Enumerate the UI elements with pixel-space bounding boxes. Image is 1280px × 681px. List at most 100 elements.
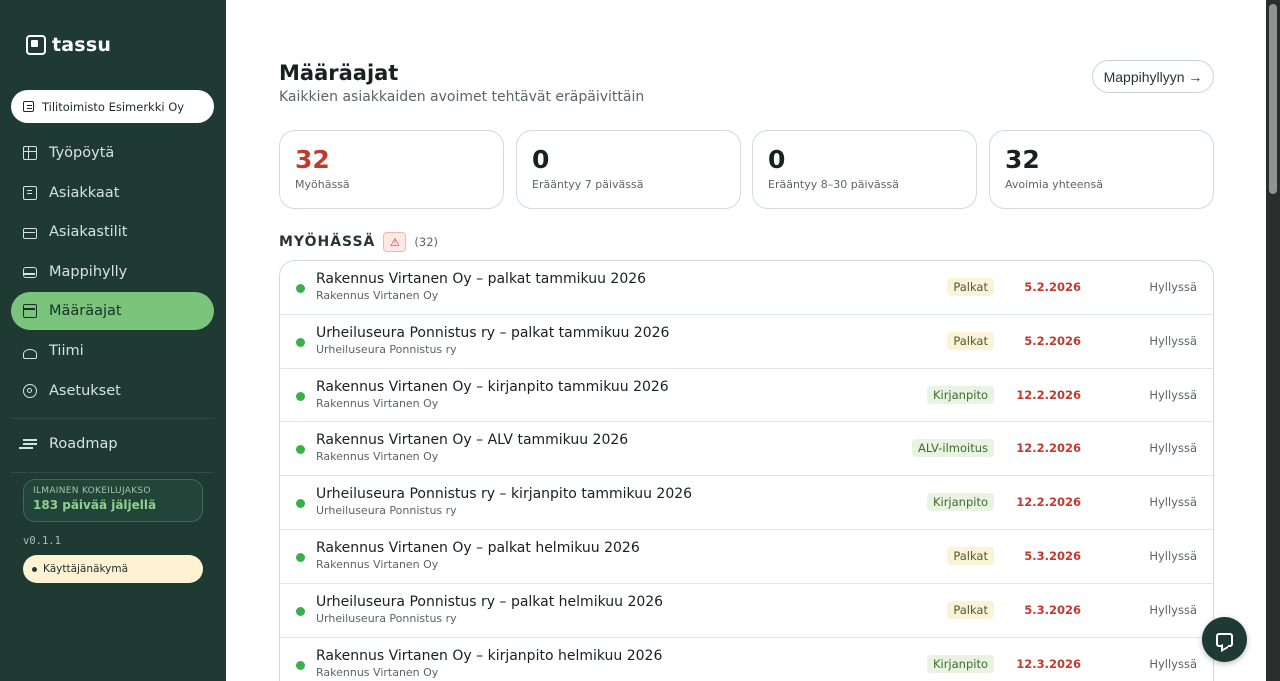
status-dot-icon [296, 606, 305, 616]
status-dot-icon [296, 499, 305, 509]
secondary-nav: Roadmap [11, 425, 214, 465]
task-row[interactable]: Rakennus Virtanen Oy – ALV tammikuu 2026… [280, 422, 1213, 477]
task-row[interactable]: Rakennus Virtanen Oy – palkat helmikuu 2… [280, 530, 1213, 584]
building-icon [23, 185, 37, 200]
task-status: Hyllyssä [1149, 495, 1197, 510]
task-type-badge: Kirjanpito [926, 493, 994, 512]
trial-kicker: ILMAINEN KOKEILUJAKSO [33, 486, 151, 496]
task-title[interactable]: Rakennus Virtanen Oy – ALV tammikuu 2026 [316, 432, 628, 448]
nav-item-label: Määräajat [49, 303, 122, 320]
stat-value: 0 [768, 145, 786, 174]
task-client: Rakennus Virtanen Oy [316, 289, 439, 302]
task-due-date: 5.2.2026 [1024, 333, 1081, 348]
task-client: Urheiluseura Ponnistus ry [316, 342, 457, 356]
task-title[interactable]: Urheiluseura Ponnistus ry – palkat helmi… [316, 594, 663, 610]
nav-item-maaraajat[interactable]: Määräajat [11, 292, 214, 331]
organization-selector[interactable]: Tilitoimisto Esimerkki Oy [11, 90, 214, 123]
task-title[interactable]: Urheiluseura Ponnistus ry – palkat tammi… [316, 325, 669, 341]
stat-card-due-8-30-days[interactable]: 0 Erääntyy 8–30 päivässä [752, 130, 977, 209]
task-title[interactable]: Rakennus Virtanen Oy – kirjanpito tammik… [316, 379, 669, 395]
task-type-badge: Palkat [947, 331, 994, 350]
task-due-date: 12.2.2026 [1016, 441, 1081, 456]
stat-card-due-7-days[interactable]: 0 Erääntyy 7 päivässä [516, 130, 741, 209]
nav-item-asiakkaat[interactable]: Asiakkaat [11, 174, 214, 212]
roadmap-icon [23, 437, 37, 451]
task-type-badge: Kirjanpito [926, 654, 994, 673]
task-due-date: 12.2.2026 [1016, 387, 1081, 402]
user-view-label: Käyttäjänäkymä [43, 563, 129, 575]
task-status: Hyllyssä [1149, 333, 1197, 348]
task-status: Hyllyssä [1149, 548, 1197, 563]
calendar-icon [23, 304, 37, 319]
nav-item-label: Asiakkaat [49, 184, 120, 201]
status-dot-icon [296, 391, 305, 401]
task-status: Hyllyssä [1149, 280, 1197, 294]
task-client: Rakennus Virtanen Oy [316, 665, 439, 679]
nav-item-label: Tiimi [49, 342, 84, 359]
user-view-toggle[interactable]: Käyttäjänäkymä [23, 555, 203, 583]
chat-button[interactable] [1202, 617, 1247, 662]
section-count: (32) [414, 235, 439, 249]
users-icon [23, 348, 37, 359]
stat-value: 32 [295, 145, 330, 174]
stat-card-open-total[interactable]: 32 Avoimia yhteensä [989, 130, 1214, 209]
task-status: Hyllyssä [1149, 387, 1197, 402]
task-due-date: 5.3.2026 [1024, 602, 1081, 617]
nav-item-label: Asetukset [49, 382, 121, 399]
task-row[interactable]: Rakennus Virtanen Oy – palkat tammikuu 2… [280, 261, 1213, 315]
stat-label: Erääntyy 8–30 päivässä [768, 178, 899, 191]
task-row[interactable]: Urheiluseura Ponnistus ry – palkat helmi… [280, 584, 1213, 638]
task-title[interactable]: Urheiluseura Ponnistus ry – kirjanpito t… [316, 486, 692, 502]
task-title[interactable]: Rakennus Virtanen Oy – kirjanpito helmik… [316, 648, 662, 664]
main-content: Määräajat Kaikkien asiakkaiden avoimet t… [226, 0, 1266, 681]
nav-item-asiakastilit[interactable]: Asiakastilit [11, 213, 214, 251]
task-type-badge: Palkat [947, 600, 994, 619]
nav-item-roadmap[interactable]: Roadmap [11, 425, 214, 463]
task-list: Rakennus Virtanen Oy – palkat tammikuu 2… [279, 260, 1214, 681]
status-dot-icon [296, 445, 305, 455]
task-title[interactable]: Rakennus Virtanen Oy – palkat tammikuu 2… [316, 271, 646, 287]
task-due-date: 5.2.2026 [1024, 280, 1081, 294]
nav-item-asetukset[interactable]: Asetukset [11, 372, 214, 410]
stat-card-overdue[interactable]: 32 Myöhässä [279, 130, 504, 209]
section-header-overdue: MYÖHÄSSÄ ⚠ (32) [279, 232, 438, 252]
task-status: Hyllyssä [1149, 602, 1197, 617]
dashboard-icon [23, 146, 37, 160]
nav-item-tiimi[interactable]: Tiimi [11, 332, 214, 370]
sidebar: tassu Tilitoimisto Esimerkki Oy Työpöytä… [0, 0, 226, 681]
page-scrollbar[interactable] [1266, 0, 1280, 681]
brand-logo[interactable]: tassu [26, 34, 111, 56]
task-title[interactable]: Rakennus Virtanen Oy – palkat helmikuu 2… [316, 540, 640, 556]
inbox-icon [23, 267, 37, 279]
task-row[interactable]: Rakennus Virtanen Oy – kirjanpito tammik… [280, 369, 1213, 423]
task-row[interactable]: Rakennus Virtanen Oy – kirjanpito helmik… [280, 638, 1213, 681]
task-type-badge: Kirjanpito [926, 385, 994, 404]
stat-label: Avoimia yhteensä [1005, 178, 1103, 191]
task-row[interactable]: Urheiluseura Ponnistus ry – palkat tammi… [280, 315, 1213, 369]
to-shelf-button[interactable]: Mappihyllyyn → [1092, 60, 1214, 93]
chat-icon [1216, 632, 1233, 647]
status-dot-icon [296, 337, 305, 347]
nav-item-tyopoyta[interactable]: Työpöytä [11, 134, 214, 172]
stat-value: 32 [1005, 145, 1040, 174]
sidebar-divider [11, 418, 214, 419]
scrollbar-thumb[interactable] [1269, 4, 1277, 194]
trial-days-left: 183 päivää jäljellä [33, 498, 157, 512]
nav-item-label: Työpöytä [49, 145, 115, 161]
sidebar-divider [11, 472, 214, 473]
task-type-badge: Palkat [947, 546, 994, 565]
task-client: Urheiluseura Ponnistus ry [316, 504, 457, 518]
page-subtitle: Kaikkien asiakkaiden avoimet tehtävät er… [279, 89, 645, 105]
task-due-date: 12.3.2026 [1016, 656, 1081, 671]
brand-name: tassu [52, 34, 112, 56]
stat-label: Erääntyy 7 päivässä [532, 178, 644, 191]
section-title: MYÖHÄSSÄ [279, 234, 376, 250]
task-client: Rakennus Virtanen Oy [316, 450, 439, 464]
task-client: Rakennus Virtanen Oy [316, 557, 439, 571]
nav-item-label: Mappihylly [49, 263, 128, 280]
trial-banner[interactable]: ILMAINEN KOKEILUJAKSO 183 päivää jäljell… [23, 479, 203, 522]
task-row[interactable]: Urheiluseura Ponnistus ry – kirjanpito t… [280, 476, 1213, 530]
status-dot-icon [296, 284, 305, 293]
task-type-badge: ALV-ilmoitus [912, 439, 994, 458]
nav-item-mappihylly[interactable]: Mappihylly [11, 253, 214, 291]
